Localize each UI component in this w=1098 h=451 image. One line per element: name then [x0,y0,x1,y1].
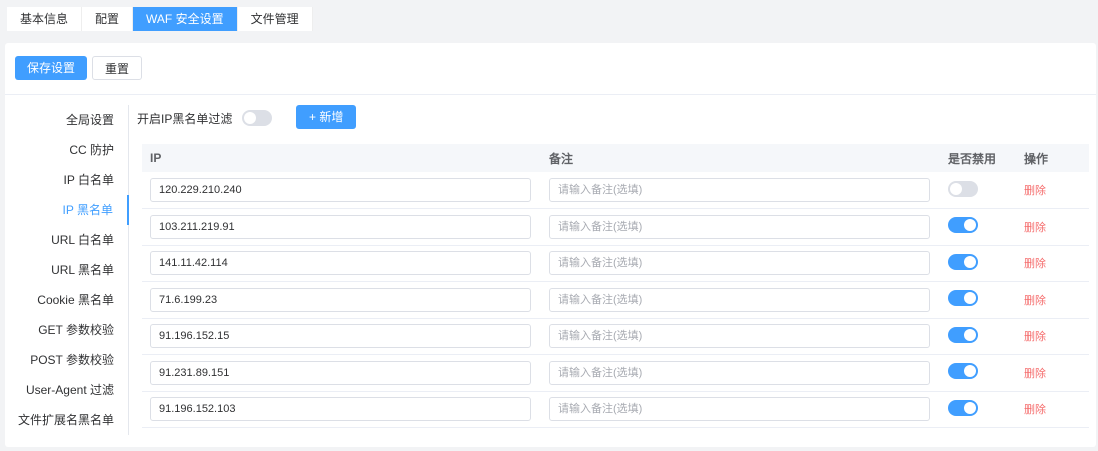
menu-item[interactable]: 全局设置 [5,105,128,135]
delete-link[interactable]: 删除 [1024,258,1046,270]
menu-item[interactable]: POST 参数校验 [5,345,128,375]
ip-input[interactable]: 103.211.219.91 [150,214,531,239]
table-row: 103.211.219.91 请输入备注(选填) 删除 [142,208,1089,246]
header-actions: 操作 [1016,144,1089,172]
table-row: 91.196.152.103 请输入备注(选填) 删除 [142,391,1089,428]
ip-input[interactable]: 91.196.152.103 [150,397,531,422]
table-row: 91.231.89.151 请输入备注(选填) 删除 [142,354,1089,392]
remark-input[interactable]: 请输入备注(选填) [549,397,930,422]
delete-link[interactable]: 删除 [1024,185,1046,197]
table-row: 141.11.42.114 请输入备注(选填) 删除 [142,245,1089,282]
delete-link[interactable]: 删除 [1024,222,1046,234]
ip-blacklist-panel: 开启IP黑名单过滤 + 新增 IP 备注 是否禁用 操作 120.229.210… [137,105,1089,428]
menu-item[interactable]: User-Agent 过滤 [5,375,128,405]
ip-input[interactable]: 141.11.42.114 [150,251,531,276]
disable-toggle[interactable] [948,326,978,343]
header-remark: 备注 [541,144,940,172]
remark-input[interactable]: 请输入备注(选填) [549,251,930,276]
disable-toggle[interactable] [948,290,978,307]
remark-input[interactable]: 请输入备注(选填) [549,214,930,239]
reset-button[interactable]: 重置 [92,56,143,80]
remark-input[interactable]: 请输入备注(选填) [549,178,930,202]
header-ip: IP [142,144,541,172]
menu-item[interactable]: URL 白名单 [5,225,128,255]
menu-item[interactable]: Cookie 黑名单 [5,285,128,315]
disable-toggle[interactable] [948,399,978,416]
header-disabled: 是否禁用 [940,144,1016,172]
waf-side-menu: 全局设置 CC 防护 IP 白名单 IP 黑名单 URL 白名单 URL 黑名单 Cooki… [5,105,129,435]
remark-input[interactable]: 请输入备注(选填) [549,287,930,312]
delete-link[interactable]: 删除 [1024,331,1046,343]
delete-link[interactable]: 删除 [1024,295,1046,307]
toolbar: 保存设置 重置 [5,43,1096,95]
tab-file-management[interactable]: 文件管理 [238,7,313,31]
disable-toggle[interactable] [948,180,978,197]
save-settings-button[interactable]: 保存设置 [15,56,88,80]
tab-config[interactable]: 配置 [82,7,134,31]
table-row: 71.6.199.23 请输入备注(选填) 删除 [142,281,1089,319]
ip-input[interactable]: 71.6.199.23 [150,287,531,312]
delete-link[interactable]: 删除 [1024,404,1046,416]
menu-item[interactable]: IP 白名单 [5,165,128,195]
delete-link[interactable]: 删除 [1024,368,1046,380]
ip-blacklist-table: IP 备注 是否禁用 操作 120.229.210.240 请输入备注(选填) … [142,144,1089,428]
menu-item[interactable]: IP 黑名单 [5,195,129,225]
ip-input[interactable]: 91.196.152.15 [150,324,531,349]
menu-item[interactable]: URL 黑名单 [5,255,128,285]
ip-input[interactable]: 91.231.89.151 [150,360,531,385]
ip-input[interactable]: 120.229.210.240 [150,178,531,202]
tab-waf-security[interactable]: WAF 安全设置 [133,7,238,31]
filter-label: 开启IP黑名单过滤 [137,111,233,126]
disable-toggle[interactable] [948,363,978,380]
menu-item[interactable]: CC 防护 [5,135,128,165]
settings-card: 保存设置 重置 全局设置 CC 防护 IP 白名单 IP 黑名单 URL 白名单 URL … [5,43,1096,447]
add-button[interactable]: + 新增 [296,105,357,129]
disable-toggle[interactable] [948,217,978,234]
tab-bar: 基本信息 配置 WAF 安全设置 文件管理 [7,7,313,31]
ip-blacklist-filter-toggle[interactable] [242,110,273,126]
table-row: 91.196.152.15 请输入备注(选填) 删除 [142,318,1089,355]
remark-input[interactable]: 请输入备注(选填) [549,360,930,385]
menu-item[interactable]: GET 参数校验 [5,315,128,345]
tab-basic-info[interactable]: 基本信息 [7,7,83,31]
table-row: 120.229.210.240 请输入备注(选填) 删除 [142,172,1089,209]
disable-toggle[interactable] [948,253,978,270]
menu-item[interactable]: 文件扩展名黑名单 [5,405,128,435]
remark-input[interactable]: 请输入备注(选填) [549,324,930,349]
